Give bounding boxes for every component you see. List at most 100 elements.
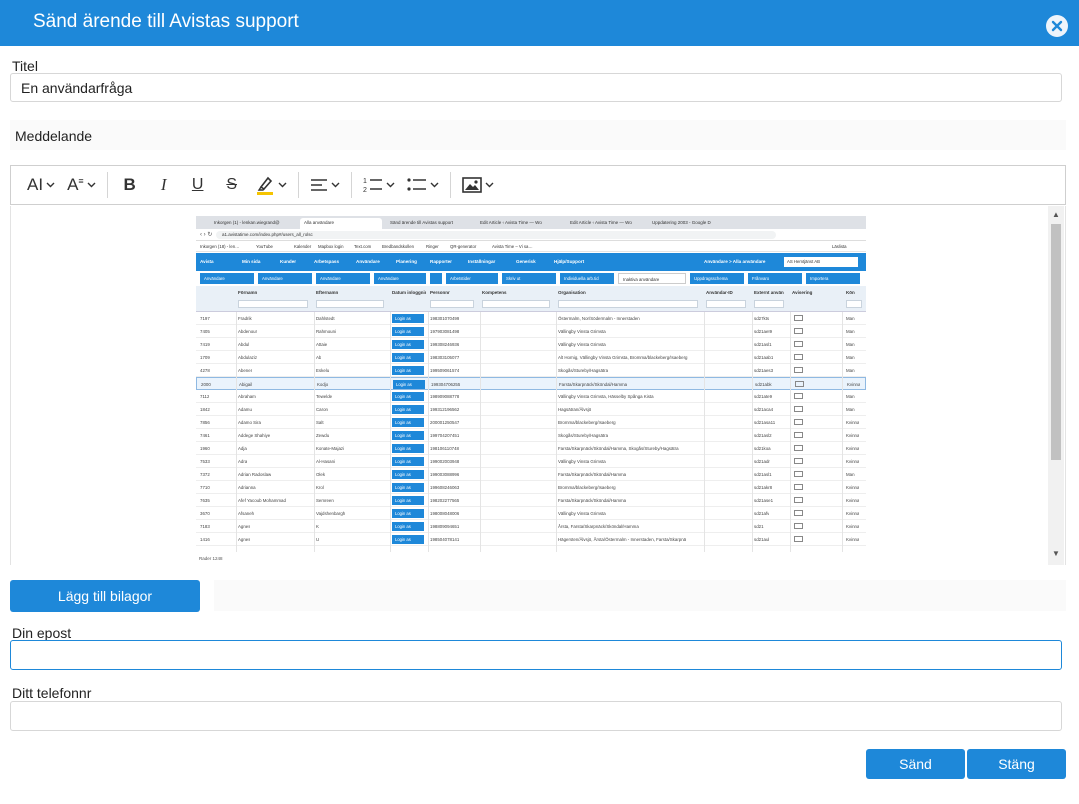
nav-breadcrumb: Användare > Alla användare bbox=[704, 259, 766, 264]
nav-item: Arbetspass bbox=[314, 259, 340, 264]
font-size-button[interactable]: AI bbox=[21, 170, 61, 200]
envelope-icon bbox=[794, 484, 803, 490]
table-cell: 198301070499 bbox=[430, 316, 460, 321]
font-style-button[interactable]: A ≡ bbox=[61, 170, 102, 200]
bookmark-item: Inkorgen (18) - len… bbox=[200, 244, 240, 249]
table-cell: Östermalm, Nor/Södermalm - Innerstaden bbox=[558, 316, 640, 321]
add-attachments-button[interactable]: Lägg till bilagor bbox=[10, 580, 200, 612]
table-cell: sd21adr bbox=[754, 459, 770, 464]
table-cell: Farsta/Skarpnäck/Sköndal/Hamma bbox=[559, 382, 628, 387]
table-cell: U bbox=[316, 537, 320, 542]
login-as-button: Login as bbox=[392, 431, 424, 440]
login-as-button: Login as bbox=[392, 483, 424, 492]
table-cell: Skogås/Stureby/Hagsätra bbox=[558, 433, 609, 438]
table-cell: 1709 bbox=[200, 355, 210, 360]
email-input[interactable] bbox=[10, 640, 1062, 670]
action-button: Inaktiva användare bbox=[618, 273, 686, 284]
browser-tab: Alla användare bbox=[300, 218, 382, 229]
envelope-icon bbox=[794, 341, 803, 347]
table-cell: 7533 bbox=[200, 459, 210, 464]
align-button[interactable] bbox=[304, 170, 346, 200]
table-column-header: Kompetens bbox=[482, 290, 507, 295]
highlight-button[interactable] bbox=[249, 170, 293, 200]
table-cell: Farsta/Skarpnäck/Sköndal/Hamma bbox=[558, 472, 627, 477]
image-button[interactable] bbox=[456, 170, 500, 200]
table-cell: sd21aeI9 bbox=[754, 329, 773, 334]
scroll-thumb[interactable] bbox=[1051, 224, 1061, 460]
pasted-screenshot: Inkorgen (1) - lenkan.wiegrand@ Alla anvä… bbox=[196, 216, 866, 564]
message-editor[interactable]: Inkorgen (1) - lenkan.wiegrand@ Alla anvä… bbox=[10, 206, 1066, 565]
table-cell: Adra bbox=[238, 459, 248, 464]
table-cell: Vällingby Vinsta Grimsta bbox=[558, 329, 606, 334]
svg-text:2: 2 bbox=[363, 187, 367, 194]
table-cell: Dahlstedt bbox=[316, 316, 335, 321]
column-filter-input bbox=[706, 300, 746, 308]
envelope-icon bbox=[794, 536, 803, 542]
table-cell: 199003088996 bbox=[430, 472, 460, 477]
image-icon bbox=[461, 177, 482, 193]
table-cell: Man bbox=[846, 329, 855, 334]
table-cell: 198008048006 bbox=[430, 511, 460, 516]
browser-tab: Edit Article ‹ Avista Time — Wo bbox=[480, 220, 542, 225]
browser-tab: Uppdatering 2003 - Google D bbox=[652, 220, 711, 225]
message-label: Meddelande bbox=[15, 128, 93, 144]
phone-input[interactable] bbox=[10, 701, 1062, 731]
table-cell: 7461 bbox=[200, 433, 210, 438]
scroll-down-icon[interactable]: ▼ bbox=[1052, 549, 1060, 558]
envelope-icon bbox=[794, 393, 803, 399]
table-cell: 1416 bbox=[200, 537, 210, 542]
table-cell: Vällingby Vinsta Grimsta, Hässelby Spång… bbox=[558, 394, 654, 399]
bold-icon: B bbox=[123, 175, 136, 194]
table-column-divider bbox=[480, 312, 481, 552]
underline-icon: U bbox=[191, 176, 204, 193]
close-icon[interactable] bbox=[1046, 15, 1068, 37]
table-column-header: Kön bbox=[846, 290, 855, 295]
action-button bbox=[430, 273, 442, 284]
envelope-icon bbox=[794, 445, 803, 451]
bold-button[interactable]: B bbox=[113, 170, 147, 200]
send-button[interactable]: Sänd bbox=[866, 749, 965, 779]
table-cell: sd21aab1 bbox=[754, 355, 774, 360]
table-cell: Krol bbox=[316, 485, 324, 490]
login-as-button: Login as bbox=[392, 444, 424, 453]
bullet-list-icon bbox=[407, 178, 426, 191]
toolbar-separator bbox=[297, 172, 299, 198]
table-row: 7710 Adrianna Krol 199608246063 Bromma/black… bbox=[196, 481, 866, 494]
table-cell: sd21aul bbox=[754, 537, 770, 542]
table-cell: Addege Shahiye bbox=[238, 433, 271, 438]
align-icon bbox=[310, 179, 327, 191]
chevron-down-icon bbox=[386, 182, 395, 188]
table-column-header: Datum inloggning bbox=[392, 290, 426, 295]
table-cell: Abdenour bbox=[238, 329, 258, 334]
table-cell: Adrianna bbox=[238, 485, 256, 490]
column-filter-input bbox=[846, 300, 862, 308]
table-row: 7533 Adra Al-Hasani 199002003948 Vällingby V… bbox=[196, 455, 866, 468]
table-cell: 7372 bbox=[200, 472, 210, 477]
table-cell: 200001250547 bbox=[430, 420, 460, 425]
table-column-header: Efternamn bbox=[316, 290, 339, 295]
ordered-list-button[interactable]: 1 2 bbox=[357, 170, 401, 200]
toolbar-separator bbox=[350, 172, 352, 198]
table-cell: 198909088778 bbox=[430, 394, 460, 399]
column-filter-input bbox=[754, 300, 784, 308]
table-cell: 7710 bbox=[200, 485, 210, 490]
strikethrough-button[interactable]: S bbox=[215, 170, 249, 200]
close-button[interactable]: Stäng bbox=[967, 749, 1066, 779]
table-cell: 7405 bbox=[200, 329, 210, 334]
italic-button[interactable]: I bbox=[147, 170, 181, 200]
bullet-list-button[interactable] bbox=[401, 170, 445, 200]
table-cell: Adamu bbox=[238, 407, 252, 412]
editor-scrollbar[interactable]: ▲ ▼ bbox=[1048, 206, 1064, 565]
table-cell: Abdul bbox=[238, 342, 250, 347]
table-row: 1842 Adamu Caron 199312196562 Hagsätran/Älvs… bbox=[196, 403, 866, 416]
table-cell: Abdulaziz bbox=[238, 355, 258, 360]
underline-button[interactable]: U bbox=[181, 170, 215, 200]
dialog-header: Sänd ärende till Avistas support bbox=[0, 0, 1079, 46]
table-cell: Farsta/Skarpnäck/Sköndal/Hamma, Skogås/S… bbox=[558, 446, 679, 451]
title-input[interactable] bbox=[10, 73, 1062, 102]
table-column-header: Användar-ID bbox=[706, 290, 733, 295]
login-as-button: Login as bbox=[392, 353, 424, 362]
table-cell: Kvinna bbox=[846, 498, 860, 503]
table-cell: Agnes bbox=[238, 524, 251, 529]
scroll-up-icon[interactable]: ▲ bbox=[1052, 210, 1060, 219]
